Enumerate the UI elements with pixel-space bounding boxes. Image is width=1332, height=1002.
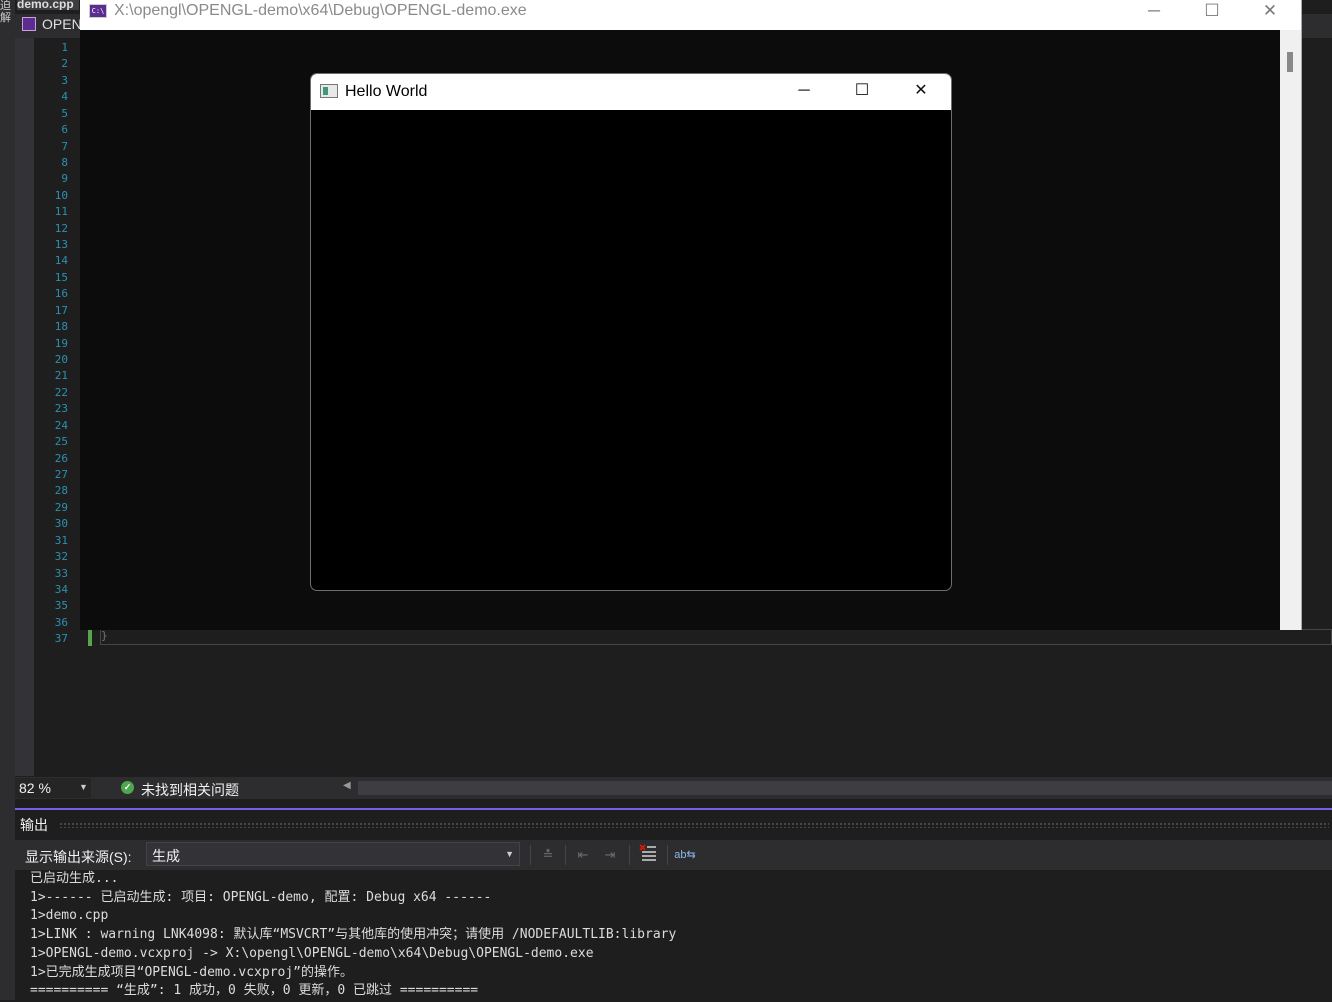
line-number: 1: [61, 41, 68, 54]
line-number: 30: [54, 517, 68, 531]
output-line: 1>LINK : warning LNK4098: 默认库“MSVCRT”与其他…: [30, 927, 677, 943]
line-number: 22: [54, 385, 68, 399]
line-number: 28: [54, 484, 68, 498]
output-line: 1>------ 已启动生成: 项目: OPENGL-demo, 配置: Deb…: [30, 889, 492, 905]
line-number: 6: [61, 123, 68, 137]
line-number: 12: [54, 221, 68, 235]
project-icon: [22, 17, 36, 31]
output-panel: 输出 显示输出来源(S): 生成 ▼ ≛ ⇤ ⇥ ab⇆ 已启动生成... 1>-…: [15, 808, 1332, 1002]
close-icon[interactable]: ✕: [898, 80, 944, 104]
previous-message-icon[interactable]: ⇤: [572, 844, 594, 866]
word-wrap-icon[interactable]: ab⇆: [674, 844, 696, 866]
output-line: 1>OPENGL-demo.vcxproj -> X:\opengl\OPENG…: [30, 945, 594, 961]
left-tool-strip: 迫 解: [0, 0, 15, 1000]
chevron-down-icon: ▼: [79, 782, 88, 792]
line-number: 9: [61, 172, 68, 186]
line-number: 23: [54, 402, 68, 416]
line-number: 13: [54, 238, 68, 252]
line-number: 7: [61, 139, 68, 153]
console-window-title: X:\opengl\OPENGL-demo\x64\Debug\OPENGL-d…: [114, 2, 527, 19]
toolbar-separator: [530, 845, 531, 865]
output-text-area[interactable]: 已启动生成... 1>------ 已启动生成: 项目: OPENGL-demo,…: [30, 870, 1330, 1001]
go-to-line-icon[interactable]: ≛: [537, 844, 559, 866]
line-number: 10: [54, 188, 68, 202]
left-strip-text: 迫 解: [0, 0, 11, 24]
toolbar-separator: [565, 845, 566, 865]
line-number-gutter: 1 2 3 4 5 6 7 8 9 10 11 12 13 14 15 16 17 18 19 20 21 22 23 24 2…: [34, 40, 68, 648]
line-number: 36: [54, 615, 68, 629]
zoom-dropdown[interactable]: 82 % ▼: [15, 778, 91, 798]
editor-status-bar: 82 % ▼ ✓ 未找到相关问题 ◀: [15, 777, 1332, 799]
change-indicator: [88, 630, 92, 646]
horizontal-scrollbar[interactable]: [358, 781, 1332, 795]
window-app-icon: [320, 84, 338, 98]
line-number: 5: [61, 106, 68, 120]
line-number: 29: [54, 500, 68, 514]
next-message-icon[interactable]: ⇥: [599, 844, 621, 866]
line-number: 19: [54, 336, 68, 350]
hello-world-window[interactable]: Hello World ─ ☐ ✕: [310, 73, 952, 591]
line-number: 11: [54, 205, 68, 219]
output-source-select[interactable]: 生成 ▼: [146, 842, 520, 866]
line-number: 21: [54, 369, 68, 383]
current-line-highlight: [100, 629, 1332, 645]
toolbar-separator: [629, 845, 630, 865]
output-line: 1>demo.cpp: [30, 908, 109, 924]
console-titlebar[interactable]: C:\ X:\opengl\OPENGL-demo\x64\Debug\OPEN…: [80, 0, 1301, 30]
document-tab[interactable]: demo.cpp: [17, 0, 79, 10]
toolbar-separator: [667, 845, 668, 865]
output-line: ========== “生成”: 1 成功，0 失败，0 更新，0 已跳过 ==…: [30, 983, 479, 999]
line-number: 34: [54, 582, 68, 596]
code-line-37[interactable]: }: [101, 629, 108, 642]
output-line: 1>已完成生成项目“OPENGL-demo.vcxproj”的操作。: [30, 964, 354, 980]
glyph-margin: [15, 38, 34, 776]
scroll-left-arrow-icon[interactable]: ◀: [343, 780, 351, 791]
output-source-label: 显示输出来源(S):: [25, 849, 132, 865]
output-line: 已启动生成...: [30, 871, 119, 886]
panel-drag-grip[interactable]: [59, 822, 1329, 828]
maximize-icon[interactable]: ☐: [1183, 0, 1241, 24]
line-number: 14: [54, 254, 68, 268]
hello-world-title: Hello World: [345, 83, 428, 100]
line-number: 8: [61, 155, 68, 169]
issues-status[interactable]: 未找到相关问题: [141, 780, 239, 800]
line-number: 18: [54, 320, 68, 334]
console-vertical-scrollbar[interactable]: [1280, 30, 1301, 630]
minimize-icon[interactable]: ─: [1125, 0, 1183, 24]
line-number: 16: [54, 287, 68, 301]
output-toolbar: 显示输出来源(S): 生成 ▼ ≛ ⇤ ⇥ ab⇆: [15, 840, 1332, 870]
output-panel-title[interactable]: 输出: [20, 815, 48, 835]
line-number: 26: [54, 451, 68, 465]
line-number: 3: [61, 73, 68, 87]
hello-world-titlebar[interactable]: Hello World ─ ☐ ✕: [311, 74, 951, 110]
close-icon[interactable]: ✕: [1241, 0, 1299, 24]
line-number: 24: [54, 418, 68, 432]
line-number: 32: [54, 550, 68, 564]
line-number: 31: [54, 533, 68, 547]
minimize-icon[interactable]: ─: [781, 80, 827, 104]
maximize-icon[interactable]: ☐: [839, 80, 885, 104]
line-number: 15: [54, 270, 68, 284]
line-number: 27: [54, 467, 68, 481]
output-source-value: 生成: [152, 848, 180, 864]
chevron-down-icon: ▼: [505, 849, 514, 859]
line-number: 20: [54, 353, 68, 367]
console-app-icon: C:\: [89, 4, 107, 18]
check-circle-icon: ✓: [121, 781, 134, 794]
line-number: 25: [54, 435, 68, 449]
scrollbar-thumb[interactable]: [1287, 52, 1293, 72]
line-number: 17: [54, 303, 68, 317]
line-number: 37: [54, 632, 68, 646]
line-number: 2: [61, 57, 68, 71]
clear-all-glyph: [639, 844, 656, 861]
clear-all-icon[interactable]: [637, 844, 659, 866]
line-number: 4: [61, 90, 68, 104]
zoom-level: 82 %: [19, 780, 51, 796]
line-number: 35: [54, 599, 68, 613]
line-number: 33: [54, 566, 68, 580]
